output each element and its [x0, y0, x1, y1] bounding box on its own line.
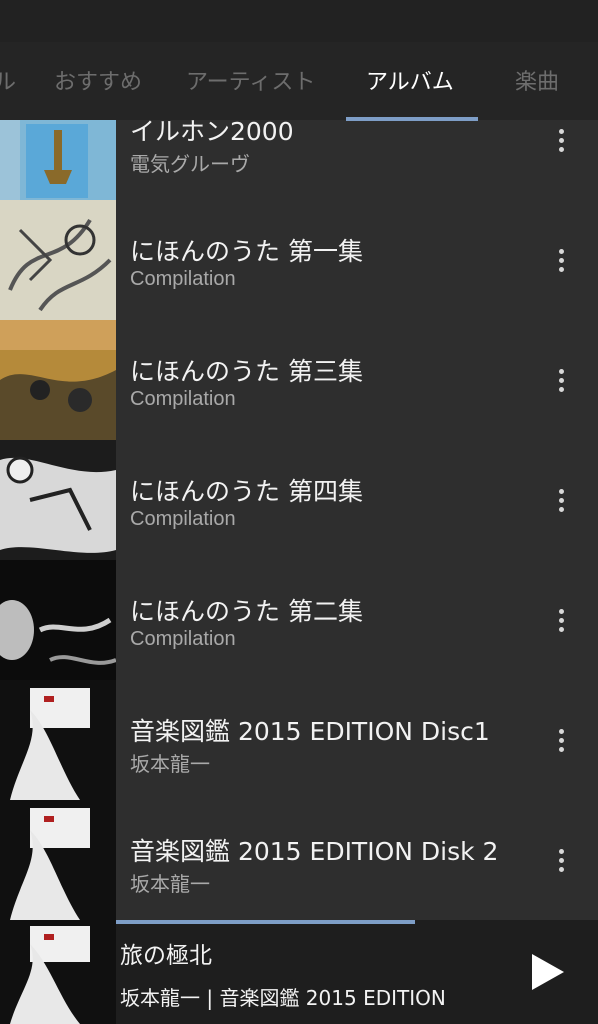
tab-albums[interactable]: アルバム: [366, 64, 454, 96]
album-row[interactable]: 音楽図鑑 2015 EDITION Disc1 坂本龍一: [0, 680, 598, 800]
tab-bar: ル おすすめ アーティスト アルバム 楽曲: [0, 42, 598, 120]
album-title: 音楽図鑑 2015 EDITION Disc1: [130, 717, 490, 746]
album-art: [0, 440, 116, 560]
album-title: にほんのうた 第二集: [130, 597, 363, 626]
more-vert-icon[interactable]: [546, 720, 576, 760]
album-row[interactable]: にほんのうた 第一集 Compilation: [0, 200, 598, 320]
now-playing-title: 旅の極北: [120, 943, 212, 969]
album-art: [0, 800, 116, 920]
album-artist: 電気グルーヴ: [130, 154, 250, 176]
now-playing-album-art: [0, 920, 116, 1024]
now-playing-subtitle: 坂本龍一 | 音楽図鑑 2015 EDITION: [120, 986, 446, 1010]
album-row[interactable]: にほんのうた 第三集 Compilation: [0, 320, 598, 440]
more-vert-icon[interactable]: [546, 600, 576, 640]
status-bar: [0, 0, 598, 42]
more-vert-icon[interactable]: [546, 240, 576, 280]
album-art: [0, 320, 116, 440]
album-title: にほんのうた 第三集: [130, 357, 363, 386]
album-artist: Compilation: [130, 388, 236, 410]
album-row[interactable]: にほんのうた 第四集 Compilation: [0, 440, 598, 560]
album-art: [0, 200, 116, 320]
tab-artists[interactable]: アーティスト: [186, 64, 315, 96]
tab-playlists[interactable]: ル: [0, 64, 16, 96]
album-artist: 坂本龍一: [130, 874, 210, 896]
album-row[interactable]: 音楽図鑑 2015 EDITION Disk 2 坂本龍一: [0, 800, 598, 920]
album-title: にほんのうた 第四集: [130, 477, 363, 506]
more-vert-icon[interactable]: [546, 120, 576, 160]
more-vert-icon[interactable]: [546, 480, 576, 520]
album-artist: 坂本龍一: [130, 754, 210, 776]
album-title: イルホン2000: [130, 120, 294, 146]
album-artist: Compilation: [130, 628, 236, 650]
more-vert-icon[interactable]: [546, 360, 576, 400]
album-artist: Compilation: [130, 268, 236, 290]
more-vert-icon[interactable]: [546, 840, 576, 880]
playback-progress-bar[interactable]: [116, 920, 598, 924]
album-row[interactable]: にほんのうた 第二集 Compilation: [0, 560, 598, 680]
album-list[interactable]: イルホン2000 電気グルーヴ にほんのうた 第一集 Compilation に…: [0, 120, 598, 920]
album-art: [0, 680, 116, 800]
playback-progress-fill: [116, 920, 415, 924]
album-title: にほんのうた 第一集: [130, 237, 363, 266]
now-playing-bar[interactable]: 旅の極北 坂本龍一 | 音楽図鑑 2015 EDITION: [0, 920, 598, 1024]
tab-songs[interactable]: 楽曲: [515, 64, 559, 96]
album-art: [0, 560, 116, 680]
tab-recommended[interactable]: おすすめ: [54, 64, 142, 96]
play-icon[interactable]: [528, 950, 568, 994]
album-title: 音楽図鑑 2015 EDITION Disk 2: [130, 837, 499, 866]
album-artist: Compilation: [130, 508, 236, 530]
